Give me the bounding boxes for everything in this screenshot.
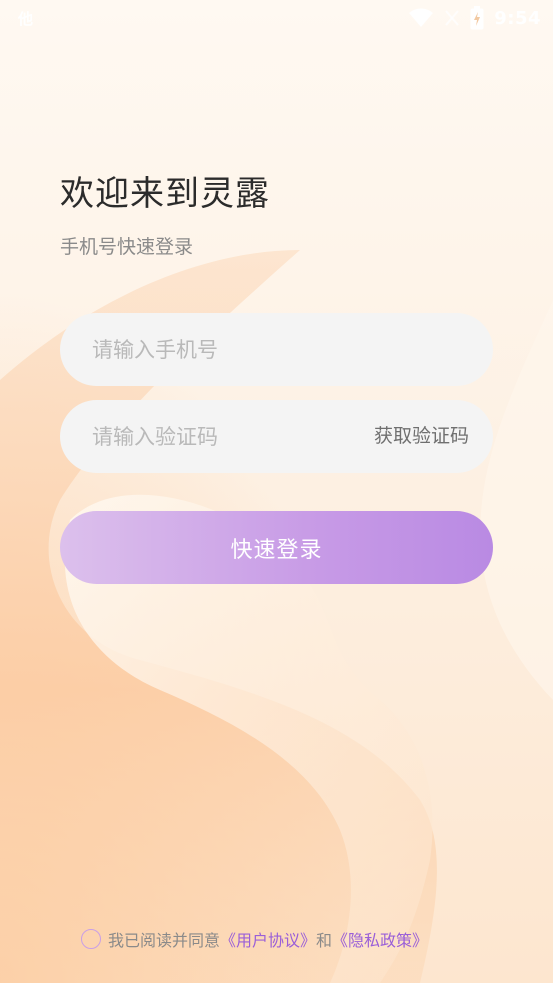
- agreement-checkbox[interactable]: [81, 929, 101, 949]
- page-subtitle: 手机号快速登录: [60, 236, 194, 258]
- login-screen: 欢迎来到灵露 手机号快速登录 获取验证码 快速登录 我已阅读并同意 《用户协议》…: [0, 0, 553, 983]
- battery-charging-icon: [470, 6, 484, 30]
- phone-input[interactable]: [92, 313, 462, 386]
- verification-code-input[interactable]: [92, 400, 322, 473]
- status-bar: 他 9:54: [0, 0, 553, 38]
- wifi-icon: [409, 8, 434, 27]
- agreement-row: 我已阅读并同意 《用户协议》 和 《隐私政策》: [81, 926, 428, 952]
- get-code-button[interactable]: 获取验证码: [374, 400, 469, 473]
- agreement-text: 我已阅读并同意: [108, 931, 221, 950]
- agreement-joiner: 和: [316, 931, 333, 950]
- page-title: 欢迎来到灵露: [60, 174, 270, 214]
- user-agreement-link[interactable]: 《用户协议》: [220, 927, 316, 951]
- phone-field: [60, 313, 493, 386]
- privacy-policy-link[interactable]: 《隐私政策》: [332, 927, 428, 951]
- no-signal-icon: [445, 10, 459, 26]
- verification-code-field: 获取验证码: [60, 400, 493, 473]
- status-time: 9:54: [494, 7, 541, 29]
- status-icons: 9:54: [408, 6, 541, 30]
- carrier-badge: 他: [18, 10, 34, 28]
- login-button[interactable]: 快速登录: [60, 511, 493, 584]
